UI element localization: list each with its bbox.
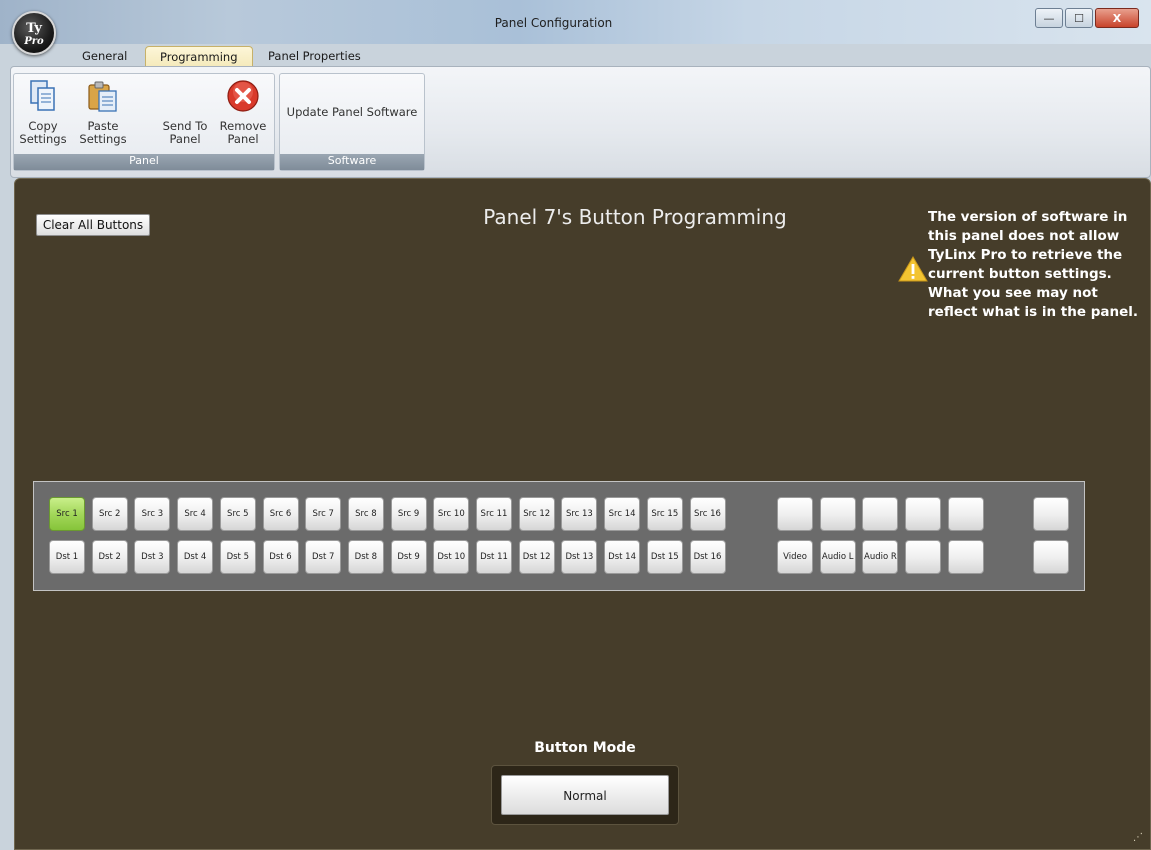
clear-all-buttons-button[interactable]: Clear All Buttons [36,214,150,236]
resize-grip-icon[interactable]: ⋰ [1133,832,1143,843]
src-button-16[interactable]: Src 16 [689,497,726,531]
extra-top-button-4[interactable] [905,497,942,531]
remove-panel-button[interactable]: Remove Panel [218,78,268,146]
paste-settings-button[interactable]: Paste Settings [78,78,128,146]
dst-button-15[interactable]: Dst 15 [646,540,683,574]
update-panel-software-button[interactable]: Update Panel Software [282,106,422,119]
dst-button-7[interactable]: Dst 7 [305,540,342,574]
ribbon-group-software-label: Software [280,154,424,170]
extra-bottom-button-1[interactable]: Video [777,540,813,574]
dst-button-11[interactable]: Dst 11 [476,540,512,574]
side-button-1[interactable] [1033,497,1069,531]
ribbon: Copy Settings Paste Settings Send To Pan… [10,66,1151,178]
ribbon-group-panel: Copy Settings Paste Settings Send To Pan… [13,73,275,171]
ribbon-group-panel-label: Panel [14,154,274,170]
remove-panel-label: Remove Panel [219,119,267,146]
window: Panel Configuration — ☐ X Ty Pro General… [0,0,1151,850]
src-button-10[interactable]: Src 10 [433,497,470,531]
src-button-6[interactable]: Src 6 [262,497,299,531]
dst-button-8[interactable]: Dst 8 [347,540,384,574]
dst-button-4[interactable]: Dst 4 [177,540,214,574]
extra-top-button-2[interactable] [819,497,856,531]
page-title: Panel 7's Button Programming [483,205,787,229]
extra-bottom-button-3[interactable]: Audio R [862,540,899,574]
src-button-9[interactable]: Src 9 [390,497,427,531]
update-panel-software-label: Update Panel Software [286,105,418,119]
dst-button-2[interactable]: Dst 2 [91,540,128,574]
extra-top-button-5[interactable] [947,497,984,531]
extra-bottom-button-2[interactable]: Audio L [819,540,856,574]
src-button-11[interactable]: Src 11 [476,497,512,531]
button-mode-box: Normal [491,765,679,825]
warning-message: The version of software in this panel do… [928,209,1138,320]
extra-bottom-button-4[interactable] [905,540,942,574]
dst-button-12[interactable]: Dst 12 [518,540,555,574]
src-button-3[interactable]: Src 3 [134,497,171,531]
src-button-12[interactable]: Src 12 [518,497,555,531]
extra-top-button-1[interactable] [777,497,813,531]
button-mode-selector[interactable]: Normal [501,775,669,815]
extra-top-button-3[interactable] [862,497,899,531]
maximize-button[interactable]: ☐ [1065,8,1093,28]
src-button-13[interactable]: Src 13 [561,497,598,531]
window-controls: — ☐ X [1035,8,1139,28]
close-button[interactable]: X [1095,8,1139,28]
title-bar: Panel Configuration — ☐ X [0,0,1151,44]
tab-general[interactable]: General [68,46,141,68]
src-button-5[interactable]: Src 5 [219,497,256,531]
dst-button-14[interactable]: Dst 14 [604,540,641,574]
ribbon-tabs: General Programming Panel Properties [0,44,1151,68]
dst-button-6[interactable]: Dst 6 [262,540,299,574]
paste-icon [86,78,120,114]
src-button-14[interactable]: Src 14 [604,497,641,531]
copy-settings-button[interactable]: Copy Settings [18,78,68,146]
tab-programming[interactable]: Programming [145,46,253,68]
paste-settings-label: Paste Settings [79,119,127,146]
minimize-button[interactable]: — [1035,8,1063,28]
src-button-15[interactable]: Src 15 [646,497,683,531]
app-menu-button[interactable]: Ty Pro [12,11,56,55]
dst-button-3[interactable]: Dst 3 [134,540,171,574]
src-button-7[interactable]: Src 7 [305,497,342,531]
app-logo-pro: Pro [24,36,44,47]
dst-button-10[interactable]: Dst 10 [433,540,470,574]
dst-button-16[interactable]: Dst 16 [689,540,726,574]
panel-button-grid: Src 1 Src 2 Src 3 Src 4 Src 5 Src 6 Src 7 Src 8… [33,481,1085,591]
src-button-8[interactable]: Src 8 [347,497,384,531]
button-mode-label: Button Mode [534,740,636,756]
dst-button-13[interactable]: Dst 13 [561,540,598,574]
warning-icon [898,256,928,282]
panel-programming-area: Clear All Buttons Panel 7's Button Progr… [14,178,1151,850]
src-button-2[interactable]: Src 2 [91,497,128,531]
src-button-4[interactable]: Src 4 [177,497,214,531]
dst-button-1[interactable]: Dst 1 [49,540,85,574]
window-title: Panel Configuration [494,16,613,30]
dst-button-9[interactable]: Dst 9 [390,540,427,574]
copy-icon [26,78,60,114]
side-button-2[interactable] [1033,540,1069,574]
remove-icon [226,78,260,114]
dst-button-5[interactable]: Dst 5 [219,540,256,574]
send-to-panel-label: Send To Panel [162,119,208,146]
app-logo-ty: Ty [26,21,42,36]
ribbon-group-software: Update Panel Software Software [279,73,425,171]
src-button-1[interactable]: Src 1 [49,497,85,531]
copy-settings-label: Copy Settings [19,119,67,146]
extra-bottom-button-5[interactable] [947,540,984,574]
tab-panel-properties[interactable]: Panel Properties [254,46,375,68]
send-to-panel-button[interactable]: Send To Panel [160,120,210,146]
